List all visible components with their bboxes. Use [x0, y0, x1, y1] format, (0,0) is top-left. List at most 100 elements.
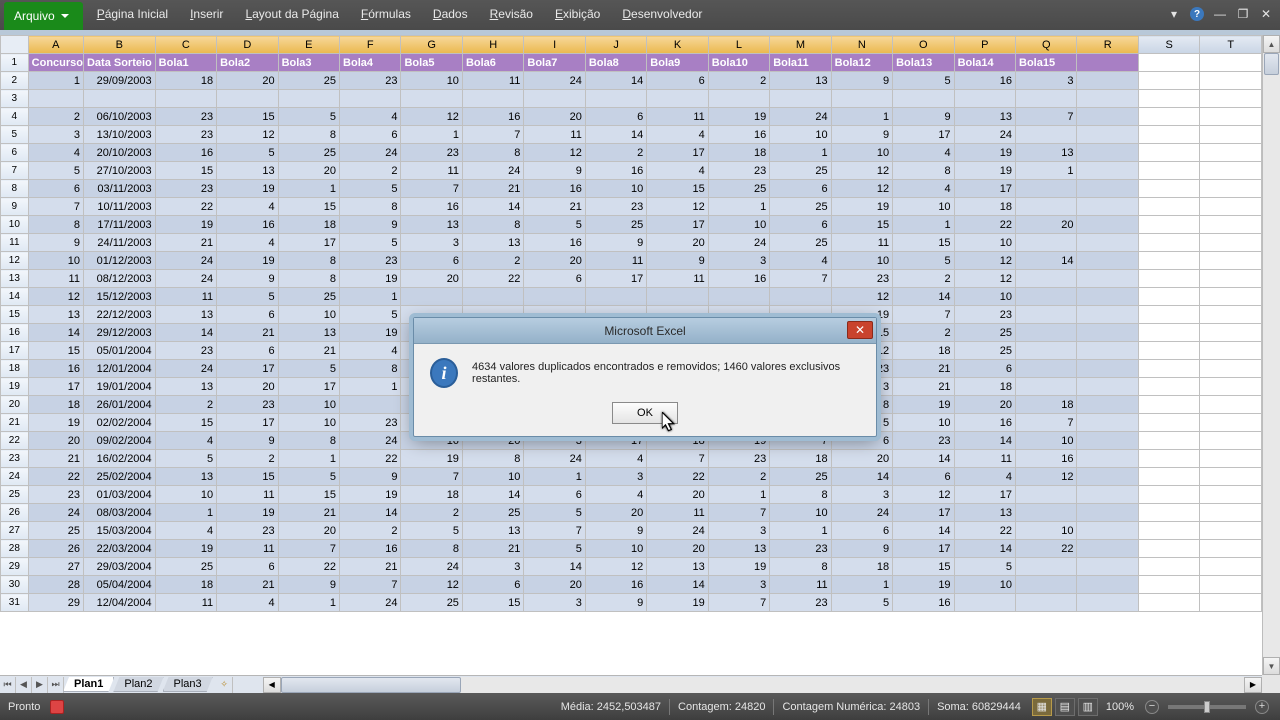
column-header[interactable]: P [954, 36, 1015, 54]
cell[interactable]: 7 [708, 594, 769, 612]
cell[interactable] [1138, 144, 1199, 162]
cell[interactable] [1200, 252, 1262, 270]
cell[interactable]: 2 [893, 270, 954, 288]
cell[interactable]: 06/10/2003 [83, 108, 155, 126]
cell[interactable]: 12 [585, 558, 646, 576]
cell[interactable]: 20 [585, 504, 646, 522]
cell[interactable] [1138, 342, 1199, 360]
vertical-scrollbar[interactable]: ▲ ▼ [1262, 35, 1280, 675]
cell[interactable]: 13 [155, 468, 216, 486]
row-header[interactable]: 20 [1, 396, 29, 414]
cell[interactable]: 12 [1016, 468, 1077, 486]
scroll-thumb[interactable] [1264, 53, 1279, 75]
cell[interactable]: 6 [217, 306, 278, 324]
cell[interactable]: 15 [278, 486, 339, 504]
cell[interactable]: 25 [278, 288, 339, 306]
cell[interactable]: 19 [893, 396, 954, 414]
cell[interactable] [1138, 576, 1199, 594]
column-header[interactable]: C [155, 36, 216, 54]
cell[interactable]: 17 [647, 216, 708, 234]
cell[interactable]: 22 [278, 558, 339, 576]
cell[interactable] [1016, 324, 1077, 342]
cell[interactable]: 26/01/2004 [83, 396, 155, 414]
header-cell[interactable]: Bola4 [340, 54, 401, 72]
cell[interactable]: 24 [155, 270, 216, 288]
cell[interactable]: 24 [155, 252, 216, 270]
cell[interactable]: 10 [893, 198, 954, 216]
cell[interactable] [1200, 90, 1262, 108]
column-header[interactable]: H [462, 36, 523, 54]
cell[interactable]: 2 [155, 396, 216, 414]
cell[interactable] [401, 288, 462, 306]
cell[interactable]: 11 [217, 540, 278, 558]
cell[interactable] [1138, 396, 1199, 414]
cell[interactable] [1077, 162, 1138, 180]
cell[interactable] [1200, 450, 1262, 468]
column-header[interactable]: K [647, 36, 708, 54]
cell[interactable]: 24 [155, 360, 216, 378]
cell[interactable]: 29/09/2003 [83, 72, 155, 90]
scroll-up-button[interactable]: ▲ [1263, 35, 1280, 53]
cell[interactable]: 21 [278, 504, 339, 522]
zoom-slider[interactable] [1168, 705, 1246, 709]
cell[interactable] [1138, 522, 1199, 540]
cell[interactable]: 17/11/2003 [83, 216, 155, 234]
cell[interactable]: 3 [585, 468, 646, 486]
cell[interactable]: 7 [1016, 108, 1077, 126]
cell[interactable]: 15 [155, 162, 216, 180]
dialog-ok-button[interactable]: OK [612, 402, 678, 424]
cell[interactable]: 6 [893, 468, 954, 486]
cell[interactable] [1200, 360, 1262, 378]
cell[interactable]: 23 [708, 162, 769, 180]
cell[interactable]: 1 [278, 450, 339, 468]
cell[interactable]: 12 [954, 270, 1015, 288]
cell[interactable]: 7 [401, 468, 462, 486]
cell[interactable]: 11 [647, 504, 708, 522]
header-cell[interactable]: Bola10 [708, 54, 769, 72]
cell[interactable]: 8 [462, 450, 523, 468]
cell[interactable]: 11 [155, 594, 216, 612]
cell[interactable] [155, 90, 216, 108]
cell[interactable]: 25 [954, 342, 1015, 360]
cell[interactable]: 10 [831, 144, 892, 162]
cell[interactable]: 20 [401, 270, 462, 288]
cell[interactable] [1077, 378, 1138, 396]
cell[interactable] [1077, 216, 1138, 234]
cell[interactable]: 10 [893, 414, 954, 432]
row-header[interactable]: 13 [1, 270, 29, 288]
window-restore-icon[interactable]: ❐ [1233, 4, 1253, 24]
cell[interactable]: 23 [340, 252, 401, 270]
cell[interactable]: 5 [524, 504, 585, 522]
cell[interactable] [1077, 144, 1138, 162]
cell[interactable]: 12 [831, 180, 892, 198]
cell[interactable]: 3 [708, 576, 769, 594]
cell[interactable]: 25 [770, 198, 831, 216]
cell[interactable]: 1 [1016, 162, 1077, 180]
cell[interactable]: 7 [647, 450, 708, 468]
row-header[interactable]: 14 [1, 288, 29, 306]
row-header[interactable]: 1 [1, 54, 29, 72]
cell[interactable] [1200, 216, 1262, 234]
cell[interactable]: 29 [28, 594, 83, 612]
cell[interactable] [1016, 198, 1077, 216]
cell[interactable] [1200, 594, 1262, 612]
cell[interactable]: 9 [831, 126, 892, 144]
cell[interactable]: 17 [893, 504, 954, 522]
cell[interactable] [1200, 504, 1262, 522]
cell[interactable]: 21 [340, 558, 401, 576]
cell[interactable]: 14 [893, 522, 954, 540]
cell[interactable]: 29/03/2004 [83, 558, 155, 576]
cell[interactable] [1138, 450, 1199, 468]
cell[interactable] [1200, 324, 1262, 342]
cell[interactable]: 27/10/2003 [83, 162, 155, 180]
cell[interactable] [1138, 216, 1199, 234]
cell[interactable] [1200, 234, 1262, 252]
cell[interactable]: 19/01/2004 [83, 378, 155, 396]
cell[interactable]: 9 [217, 270, 278, 288]
cell[interactable]: 9 [340, 468, 401, 486]
cell[interactable] [1138, 288, 1199, 306]
cell[interactable]: 16 [585, 162, 646, 180]
cell[interactable]: 13 [155, 378, 216, 396]
cell[interactable]: 15 [831, 216, 892, 234]
cell[interactable]: 5 [340, 234, 401, 252]
